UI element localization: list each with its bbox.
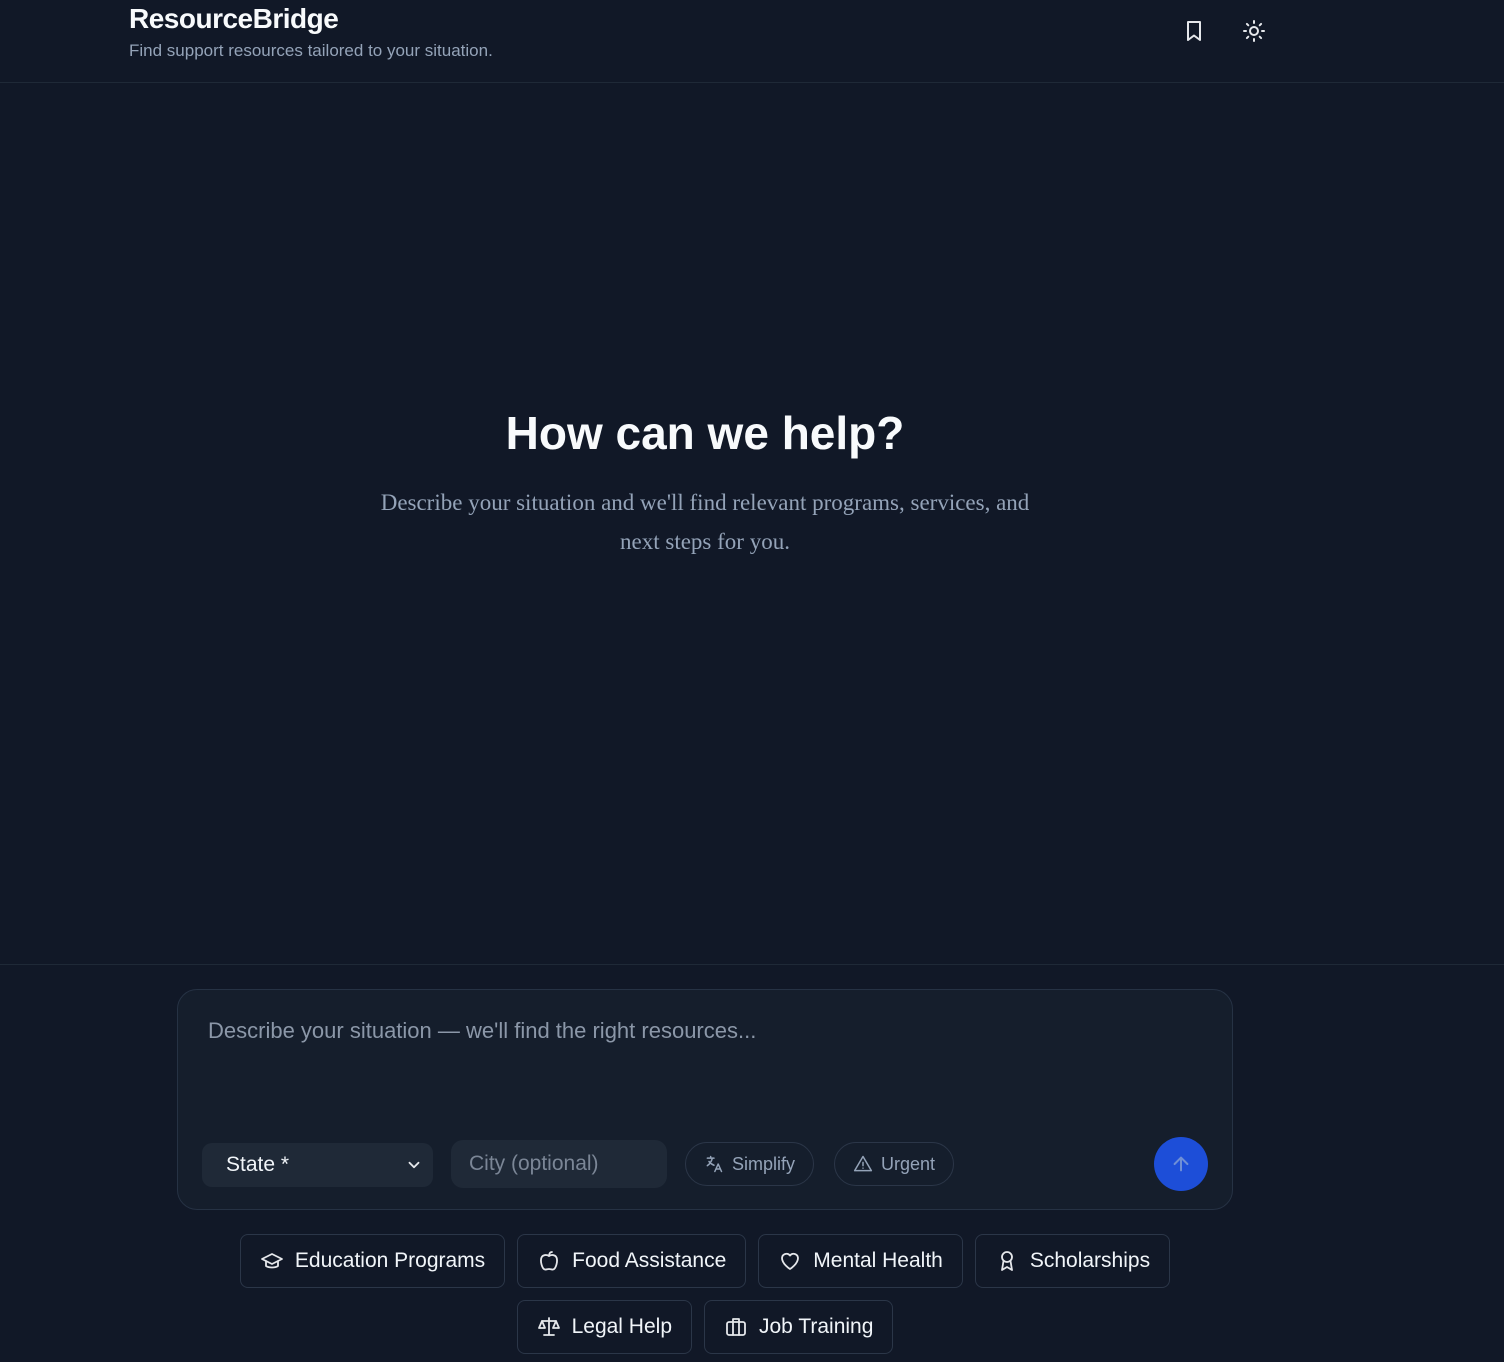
app-header: ResourceBridge Find support resources ta… (0, 0, 1504, 83)
city-input[interactable] (451, 1140, 667, 1188)
arrow-up-icon (1173, 1156, 1189, 1172)
scale-icon (537, 1317, 560, 1336)
category-chip-scholarships[interactable]: Scholarships (974, 1234, 1171, 1288)
composer-divider (0, 964, 1504, 965)
simplify-label: Simplify (732, 1153, 796, 1174)
category-chip-food[interactable]: Food Assistance (517, 1234, 747, 1288)
apple-icon (540, 1251, 559, 1271)
category-label: Scholarships (1029, 1249, 1151, 1272)
chevron-down-icon (408, 1161, 420, 1169)
hero-section: How can we help? Describe your situation… (0, 405, 1410, 561)
category-label: Job Training (759, 1315, 874, 1338)
category-row-1: Education Programs Food Assistance Menta… (0, 1234, 1410, 1288)
category-chip-education[interactable]: Education Programs (239, 1234, 506, 1288)
category-chip-job-training[interactable]: Job Training (704, 1300, 894, 1354)
state-select[interactable]: State * (202, 1143, 433, 1187)
category-label: Food Assistance (572, 1249, 727, 1272)
theme-toggle-button[interactable] (1235, 12, 1273, 50)
heart-icon (781, 1252, 800, 1270)
hero-subtitle: Describe your situation and we'll find r… (380, 490, 1030, 554)
app-title: ResourceBridge (129, 3, 339, 34)
hero-title: How can we help? (505, 407, 905, 459)
category-label: Legal Help (571, 1315, 672, 1338)
award-icon (1000, 1251, 1013, 1271)
query-composer: State * Simplify Urgent (177, 989, 1233, 1210)
category-chip-legal[interactable]: Legal Help (516, 1300, 692, 1354)
app-subtitle: Find support resources tailored to your … (129, 41, 493, 60)
category-row-2: Legal Help Job Training (0, 1300, 1410, 1354)
simplify-toggle[interactable]: Simplify (685, 1142, 815, 1186)
send-button[interactable] (1154, 1137, 1208, 1191)
situation-input[interactable] (196, 1008, 1212, 1118)
translate-icon (706, 1155, 723, 1173)
briefcase-icon (726, 1318, 746, 1336)
bookmark-icon (1187, 21, 1201, 41)
warning-icon (853, 1155, 873, 1172)
sun-icon (1243, 20, 1265, 42)
category-label: Mental Health (813, 1249, 943, 1272)
brand: ResourceBridge Find support resources ta… (129, 3, 493, 61)
category-chip-mental-health[interactable]: Mental Health (758, 1234, 963, 1288)
bookmarks-button[interactable] (1175, 12, 1213, 50)
urgent-toggle[interactable]: Urgent (834, 1142, 955, 1186)
state-select-label: State * (226, 1153, 290, 1176)
graduation-cap-icon (261, 1253, 283, 1269)
urgent-label: Urgent (881, 1153, 936, 1174)
category-label: Education Programs (294, 1249, 486, 1272)
